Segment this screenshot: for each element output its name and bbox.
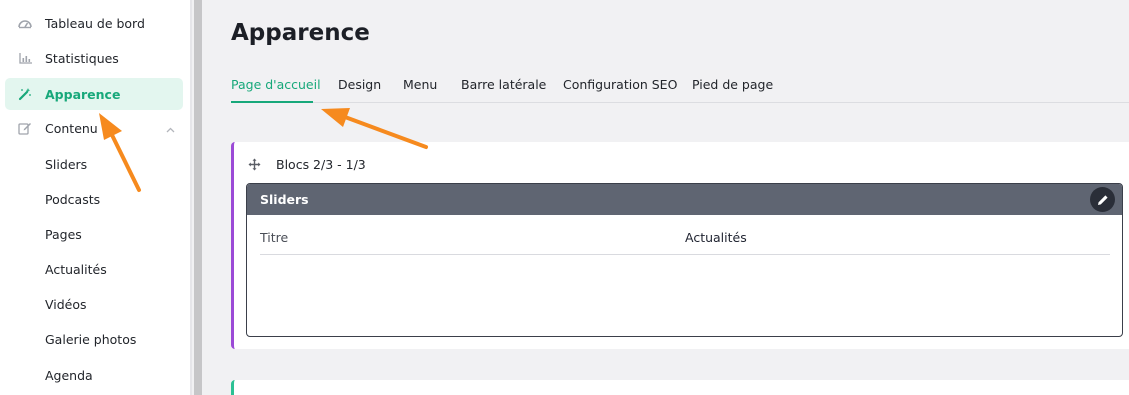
chevron-up-icon[interactable] — [166, 121, 175, 136]
page-title: Apparence — [231, 20, 370, 46]
active-tab-indicator — [231, 101, 313, 103]
tab-sidebar[interactable]: Barre latérale — [461, 77, 546, 92]
card-header: Blocs 2/3 - 1/3 — [248, 157, 366, 172]
sidebar-scrollbar[interactable] — [194, 0, 202, 395]
layout-block-card: Blocs 2/3 - 1/3 Sliders Titre Actualités — [231, 142, 1129, 349]
tab-home-page[interactable]: Page d'accueil — [231, 77, 321, 92]
tab-design[interactable]: Design — [338, 77, 381, 92]
sidebar-item-label: Contenu — [45, 120, 98, 136]
pencil-icon — [1097, 194, 1108, 205]
sidebar-item-statistics[interactable]: Statistiques — [5, 42, 183, 74]
sidebar-divider — [190, 0, 192, 395]
sidebar-item-label: Statistiques — [45, 50, 119, 66]
magic-wand-icon — [5, 87, 45, 101]
sidebar-subitem-sliders[interactable]: Sliders — [45, 157, 87, 172]
sidebar-item-content[interactable]: Contenu — [5, 112, 183, 144]
sidebar-subitem-podcasts[interactable]: Podcasts — [45, 192, 100, 207]
sidebar-item-label: Tableau de bord — [45, 15, 145, 31]
sidebar-item-dashboard[interactable]: Tableau de bord — [5, 7, 183, 39]
chart-icon — [5, 52, 45, 64]
move-icon[interactable] — [248, 158, 264, 171]
sidebar-subitem-news[interactable]: Actualités — [45, 262, 107, 277]
card-heading: Blocs 2/3 - 1/3 — [276, 157, 366, 172]
tab-bar: Page d'accueil Design Menu Barre latéral… — [231, 70, 1129, 103]
block-title: Sliders — [260, 192, 309, 207]
table-row: Titre Actualités — [260, 230, 1110, 255]
sliders-block: Sliders Titre Actualités — [246, 183, 1123, 337]
tab-menu[interactable]: Menu — [403, 77, 437, 92]
sidebar-subitem-videos[interactable]: Vidéos — [45, 297, 87, 312]
sidebar-item-appearance[interactable]: Apparence — [5, 78, 183, 110]
block-header: Sliders — [247, 184, 1122, 215]
tab-footer[interactable]: Pied de page — [692, 77, 773, 92]
field-value: Actualités — [685, 230, 747, 245]
sidebar-subitem-agenda[interactable]: Agenda — [45, 368, 93, 383]
sidebar-subitem-photo-gallery[interactable]: Galerie photos — [45, 332, 136, 347]
sidebar: Tableau de bord Statistiques Apparence C… — [0, 0, 190, 395]
dashboard-icon — [5, 17, 45, 29]
tab-seo-configuration[interactable]: Configuration SEO — [563, 77, 677, 92]
sidebar-item-label: Apparence — [45, 86, 121, 102]
sidebar-subitem-pages[interactable]: Pages — [45, 227, 82, 242]
field-label: Titre — [260, 230, 289, 245]
edit-icon — [5, 121, 45, 135]
second-block-card — [231, 380, 1129, 395]
edit-button[interactable] — [1090, 187, 1115, 212]
